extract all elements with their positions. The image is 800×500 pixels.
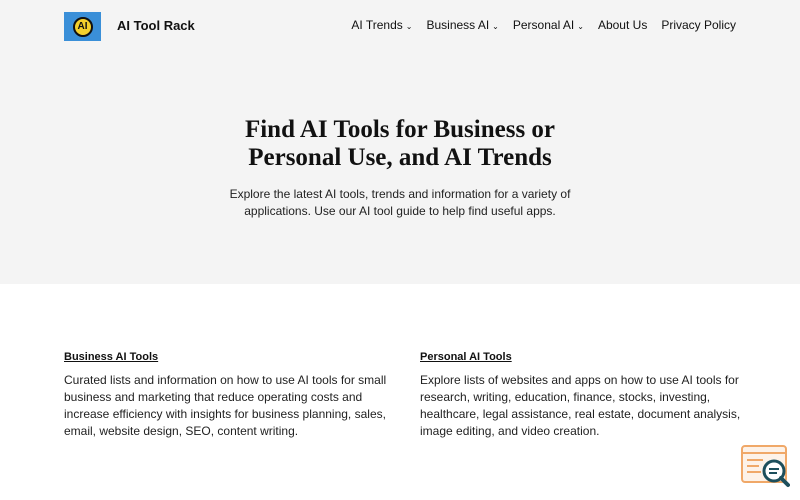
nav-item-privacy-policy[interactable]: Privacy Policy — [661, 18, 736, 32]
description-line: healthcare, legal assistance, real estat… — [420, 407, 741, 421]
hero-title-line: Personal Use, and AI Trends — [248, 144, 552, 171]
description-line: Explore lists of websites and apps on ho… — [420, 373, 739, 387]
description-line: research, writing, education, finance, s… — [420, 390, 711, 404]
site-title-link[interactable]: AI Tool Rack — [117, 18, 195, 33]
chevron-down-icon: ⌄ — [577, 21, 584, 31]
site-logo[interactable]: AI — [64, 12, 101, 41]
nav-item-label: Personal AI — [512, 18, 575, 32]
business-ai-tools-link[interactable]: Business AI Tools — [64, 351, 158, 363]
nav-item-personal-ai[interactable]: Personal AI ⌄ — [513, 18, 584, 32]
personal-ai-section: Personal AI Tools Explore lists of websi… — [420, 347, 740, 440]
search-widget-icon[interactable] — [741, 444, 790, 488]
description-line: image editing, and video creation. — [420, 424, 600, 438]
nav-item-ai-trends[interactable]: AI Trends ⌄ — [351, 18, 412, 32]
business-ai-section: Business AI Tools Curated lists and info… — [64, 347, 387, 440]
description-line: email, website design, SEO, content writ… — [64, 424, 299, 438]
description-line: Curated lists and information on how to … — [64, 373, 387, 387]
description-line: increase efficiency with insights for bu… — [64, 407, 386, 421]
logo-badge-icon: AI — [72, 16, 93, 37]
hero-subtitle-line: Explore the latest AI tools, trends and … — [229, 187, 571, 201]
description-line: business and marketing that reduce opera… — [64, 390, 363, 404]
logo-text: AI — [77, 21, 88, 32]
personal-ai-description: Explore lists of websites and apps on ho… — [420, 372, 740, 440]
nav-item-label: Business AI — [426, 18, 490, 32]
hero-subtitle: Explore the latest AI tools, trends and … — [0, 186, 800, 220]
chevron-down-icon: ⌄ — [492, 21, 499, 31]
search-widget-graphic — [741, 445, 790, 487]
site-header: AI AI Tool Rack AI Trends ⌄ Business AI … — [0, 0, 800, 54]
nav-item-label: Privacy Policy — [661, 18, 736, 32]
nav-item-label: AI Trends — [351, 18, 403, 32]
nav-item-label: About Us — [597, 18, 648, 32]
business-ai-description: Curated lists and information on how to … — [64, 372, 387, 440]
hero-subtitle-line: applications. Use our AI tool guide to h… — [244, 204, 556, 218]
chevron-down-icon: ⌄ — [405, 21, 413, 31]
nav-item-business-ai[interactable]: Business AI ⌄ — [426, 18, 498, 32]
hero-title: Find AI Tools for Business or Personal U… — [0, 116, 800, 172]
nav-item-about-us[interactable]: About Us — [598, 18, 647, 32]
personal-ai-tools-link[interactable]: Personal AI Tools — [420, 351, 512, 363]
main-nav: AI Trends ⌄ Business AI ⌄ Personal AI ⌄ … — [351, 18, 736, 32]
hero-title-line: Find AI Tools for Business or — [244, 116, 556, 143]
